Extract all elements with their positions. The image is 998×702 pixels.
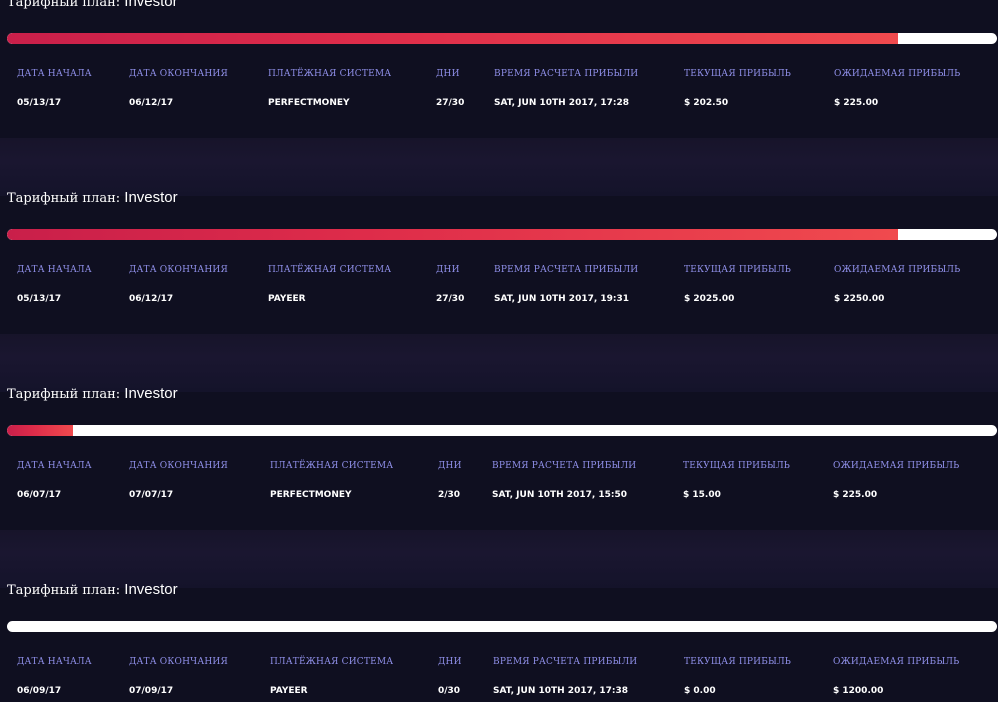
payment-system-value: PERFECTMONEY (268, 98, 350, 108)
start-date-value: 05/13/17 (17, 294, 62, 304)
end-date-value: 06/12/17 (129, 98, 174, 108)
profit-time-value: SAT, JUN 10TH 2017, 17:38 (493, 686, 629, 696)
progress-track (7, 229, 997, 240)
days-value: 27/30 (436, 294, 465, 304)
header-end-date: ДАТА ОКОНЧАНИЯ (129, 265, 228, 275)
header-start-date: ДАТА НАЧАЛА (17, 265, 92, 275)
profit-time-value: SAT, JUN 10TH 2017, 17:28 (494, 98, 630, 108)
plan-prefix: Тарифный план: (7, 387, 121, 402)
header-end-date: ДАТА ОКОНЧАНИЯ (129, 657, 228, 667)
plan-prefix: Тарифный план: (7, 0, 121, 10)
current-profit-value: $ 2025.00 (684, 294, 735, 304)
expected-profit-value: $ 225.00 (834, 98, 879, 108)
header-payment-system: ПЛАТЁЖНАЯ СИСТЕМА (270, 657, 394, 667)
progress-track (7, 425, 997, 436)
header-payment-system: ПЛАТЁЖНАЯ СИСТЕМА (268, 69, 392, 79)
expected-profit-value: $ 225.00 (833, 490, 878, 500)
header-payment-system: ПЛАТЁЖНАЯ СИСТЕМА (268, 265, 392, 275)
progress-track (7, 621, 997, 632)
header-end-date: ДАТА ОКОНЧАНИЯ (129, 69, 228, 79)
progress-fill (7, 229, 898, 240)
header-start-date: ДАТА НАЧАЛА (17, 461, 92, 471)
header-expected-profit: ОЖИДАЕМАЯ ПРИБЫЛЬ (834, 265, 961, 275)
current-profit-value: $ 15.00 (683, 490, 721, 500)
start-date-value: 06/09/17 (17, 686, 62, 696)
section-separator (0, 138, 998, 196)
header-start-date: ДАТА НАЧАЛА (17, 69, 92, 79)
header-expected-profit: ОЖИДАЕМАЯ ПРИБЫЛЬ (834, 69, 961, 79)
plan-name: Investor (124, 385, 178, 402)
expected-profit-value: $ 2250.00 (834, 294, 885, 304)
progress-fill (7, 425, 74, 436)
plan-title: Тарифный план: Investor (7, 189, 178, 208)
days-value: 0/30 (438, 686, 461, 696)
header-current-profit: ТЕКУЩАЯ ПРИБЫЛЬ (683, 461, 791, 471)
days-value: 27/30 (436, 98, 465, 108)
expected-profit-value: $ 1200.00 (833, 686, 884, 696)
header-expected-profit: ОЖИДАЕМАЯ ПРИБЫЛЬ (833, 657, 960, 667)
plan-title: Тарифный план: Investor (7, 385, 178, 404)
header-profit-time: ВРЕМЯ РАСЧЕТА ПРИБЫЛИ (494, 69, 639, 79)
start-date-value: 06/07/17 (17, 490, 62, 500)
payment-system-value: PAYEER (270, 686, 308, 696)
payment-system-value: PERFECTMONEY (270, 490, 352, 500)
header-days: ДНИ (438, 461, 462, 471)
header-profit-time: ВРЕМЯ РАСЧЕТА ПРИБЫЛИ (493, 657, 638, 667)
progress-fill (7, 33, 898, 44)
header-end-date: ДАТА ОКОНЧАНИЯ (129, 461, 228, 471)
deposit-card: Тарифный план: Investor ДАТА НАЧАЛА ДАТА… (0, 189, 998, 334)
header-payment-system: ПЛАТЁЖНАЯ СИСТЕМА (270, 461, 394, 471)
plan-title: Тарифный план: Investor (7, 0, 178, 12)
plan-name: Investor (124, 0, 178, 10)
plan-name: Investor (124, 189, 178, 206)
deposit-card: Тарифный план: Investor ДАТА НАЧАЛА ДАТА… (0, 0, 998, 138)
current-profit-value: $ 202.50 (684, 98, 729, 108)
header-current-profit: ТЕКУЩАЯ ПРИБЫЛЬ (684, 69, 792, 79)
header-profit-time: ВРЕМЯ РАСЧЕТА ПРИБЫЛИ (494, 265, 639, 275)
section-separator (0, 530, 998, 588)
plan-title: Тарифный план: Investor (7, 581, 178, 600)
progress-track (7, 33, 997, 44)
end-date-value: 07/07/17 (129, 490, 174, 500)
start-date-value: 05/13/17 (17, 98, 62, 108)
deposit-card: Тарифный план: Investor ДАТА НАЧАЛА ДАТА… (0, 385, 998, 530)
header-days: ДНИ (436, 69, 460, 79)
plan-prefix: Тарифный план: (7, 583, 121, 598)
plan-prefix: Тарифный план: (7, 191, 121, 206)
section-separator (0, 334, 998, 392)
deposit-card: Тарифный план: Investor ДАТА НАЧАЛА ДАТА… (0, 581, 998, 702)
payment-system-value: PAYEER (268, 294, 306, 304)
plan-name: Investor (124, 581, 178, 598)
current-profit-value: $ 0.00 (684, 686, 716, 696)
end-date-value: 07/09/17 (129, 686, 174, 696)
header-current-profit: ТЕКУЩАЯ ПРИБЫЛЬ (684, 265, 792, 275)
header-expected-profit: ОЖИДАЕМАЯ ПРИБЫЛЬ (833, 461, 960, 471)
end-date-value: 06/12/17 (129, 294, 174, 304)
header-current-profit: ТЕКУЩАЯ ПРИБЫЛЬ (684, 657, 792, 667)
days-value: 2/30 (438, 490, 461, 500)
profit-time-value: SAT, JUN 10TH 2017, 15:50 (492, 490, 628, 500)
header-profit-time: ВРЕМЯ РАСЧЕТА ПРИБЫЛИ (492, 461, 637, 471)
header-start-date: ДАТА НАЧАЛА (17, 657, 92, 667)
header-days: ДНИ (438, 657, 462, 667)
profit-time-value: SAT, JUN 10TH 2017, 19:31 (494, 294, 630, 304)
header-days: ДНИ (436, 265, 460, 275)
